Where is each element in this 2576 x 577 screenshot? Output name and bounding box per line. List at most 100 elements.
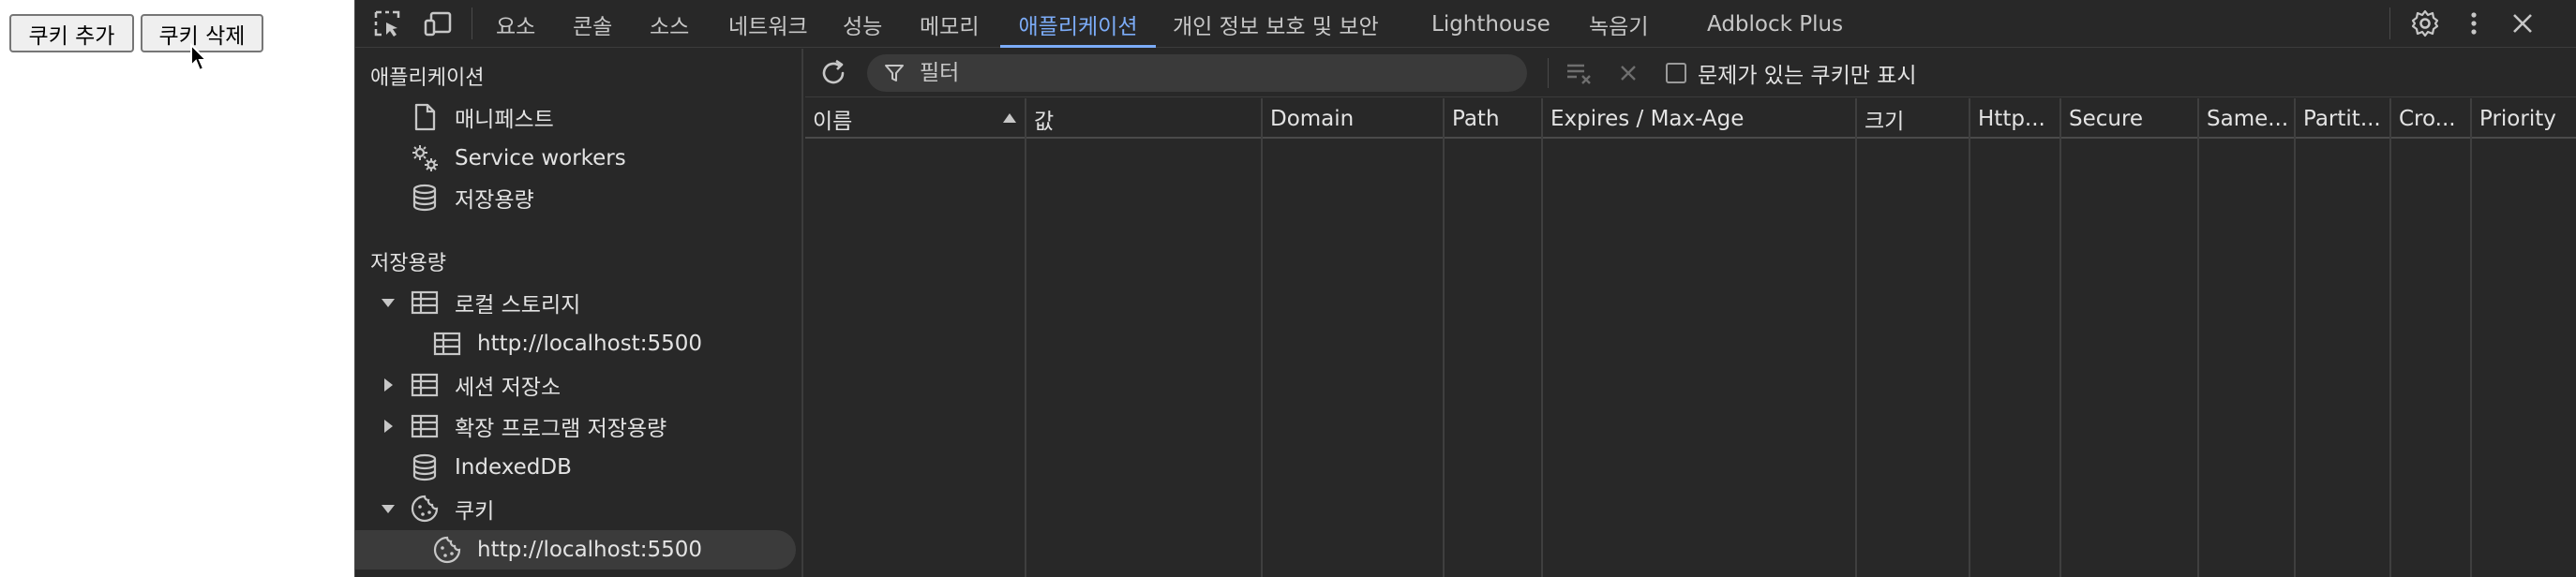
close-icon[interactable] — [2508, 8, 2538, 38]
column-divider[interactable] — [1855, 98, 1857, 577]
tab-privacy-security[interactable]: 개인 정보 보호 및 보안 — [1173, 0, 1379, 48]
column-header-httponly[interactable]: Http... — [1970, 98, 2059, 139]
cookie-icon — [433, 536, 461, 564]
sidebar-item-label: Service workers — [455, 146, 626, 170]
tab-memory[interactable]: 메모리 — [920, 0, 979, 48]
column-divider[interactable] — [1025, 98, 1026, 577]
only-issues-checkbox[interactable]: 문제가 있는 쿠키만 표시 — [1666, 58, 1917, 88]
sort-ascending-icon — [1003, 113, 1016, 123]
column-header-label: Http... — [1978, 106, 2045, 131]
clear-filtered-icon[interactable] — [1565, 58, 1595, 88]
column-header-size[interactable]: 크기 — [1857, 98, 1969, 139]
table-icon — [433, 332, 461, 356]
sidebar-item-cookies[interactable]: 쿠키 — [355, 489, 803, 528]
column-divider[interactable] — [2197, 98, 2199, 577]
column-header-value[interactable]: 값 — [1026, 98, 1261, 139]
tab-label: 콘솔 — [573, 14, 613, 39]
delete-all-icon[interactable] — [1613, 58, 1643, 88]
column-divider[interactable] — [2294, 98, 2296, 577]
column-header-label: Path — [1452, 106, 1500, 131]
device-toolbar-icon[interactable] — [423, 8, 453, 38]
element-picker-icon[interactable] — [372, 8, 402, 38]
column-header-label: 이름 — [813, 109, 853, 134]
cookies-table: 이름 값 Domain Path Expires / Max-Age 크기 Ht… — [805, 98, 2576, 577]
column-header-secure[interactable]: Secure — [2061, 98, 2197, 139]
application-sidebar: 애플리케이션 매니페스트 Service workers 저장용량 저장용량 로… — [355, 49, 803, 577]
filter-icon — [885, 65, 904, 81]
sidebar-item-service-workers[interactable]: Service workers — [355, 139, 803, 178]
web-page: 쿠키 추가 쿠키 삭제 — [0, 0, 354, 577]
expanded-arrow-icon[interactable] — [380, 500, 397, 517]
sidebar-item-label: http://localhost:5500 — [477, 332, 702, 356]
expanded-arrow-icon[interactable] — [380, 294, 397, 311]
column-divider[interactable] — [1969, 98, 1970, 577]
column-header-priority[interactable]: Priority — [2472, 98, 2576, 139]
column-header-partition-key[interactable]: Partit... — [2296, 98, 2389, 139]
filter-input[interactable] — [920, 54, 1501, 92]
sidebar-item-session-storage[interactable]: 세션 저장소 — [355, 365, 803, 405]
sidebar-item-local-storage-origin[interactable]: http://localhost:5500 — [355, 324, 803, 363]
tab-label: 네트워크 — [728, 14, 808, 39]
devtools-panel: 요소 콘솔 소스 네트워크 성능 메모리 애플리케이션 개인 정보 보호 및 보… — [354, 0, 2576, 577]
more-options-icon[interactable] — [2459, 8, 2489, 38]
sidebar-item-label: IndexedDB — [455, 455, 572, 480]
settings-gear-icon[interactable] — [2410, 8, 2440, 38]
column-divider[interactable] — [1443, 98, 1445, 577]
tab-application[interactable]: 애플리케이션 — [1000, 0, 1156, 48]
tab-performance[interactable]: 성능 — [843, 0, 882, 48]
sidebar-item-label: 매니페스트 — [455, 108, 554, 132]
column-header-expires[interactable]: Expires / Max-Age — [1543, 98, 1855, 139]
sidebar-item-storage[interactable]: 저장용량 — [355, 178, 803, 217]
tab-bar-divider — [2389, 7, 2390, 39]
column-header-samesite[interactable]: Same... — [2199, 98, 2294, 139]
column-header-name[interactable]: 이름 — [805, 98, 1025, 139]
column-header-path[interactable]: Path — [1445, 98, 1541, 139]
sidebar-item-manifest[interactable]: 매니페스트 — [355, 97, 803, 137]
refresh-icon[interactable] — [818, 58, 848, 88]
column-header-cross-site[interactable]: Cro... — [2391, 98, 2470, 139]
tab-label: 녹음기 — [1589, 14, 1649, 39]
add-cookie-button[interactable]: 쿠키 추가 — [9, 14, 134, 52]
tab-recorder[interactable]: 녹음기 — [1589, 0, 1648, 48]
cookies-toolbar: 문제가 있는 쿠키만 표시 — [805, 49, 2576, 97]
sidebar-item-label: 쿠키 — [455, 499, 495, 524]
tab-label: 소스 — [650, 14, 690, 39]
tab-elements[interactable]: 요소 — [496, 0, 535, 48]
column-divider[interactable] — [2389, 98, 2391, 577]
column-header-label: Partit... — [2303, 106, 2381, 131]
sidebar-section-storage: 저장용량 — [355, 242, 803, 281]
tab-label: Lighthouse — [1431, 11, 1550, 37]
screen: 쿠키 추가 쿠키 삭제 요소 콘솔 소스 네트워크 성능 메모리 애플리케이션 — [0, 0, 2576, 577]
column-divider[interactable] — [2470, 98, 2472, 577]
gears-icon — [412, 145, 438, 171]
table-icon — [411, 414, 439, 438]
sidebar-item-extension-storage[interactable]: 확장 프로그램 저장용량 — [355, 407, 803, 446]
tab-lighthouse[interactable]: Lighthouse — [1431, 0, 1550, 48]
tab-sources[interactable]: 소스 — [650, 0, 689, 48]
devtools-tab-bar: 요소 콘솔 소스 네트워크 성능 메모리 애플리케이션 개인 정보 보호 및 보… — [355, 0, 2576, 48]
column-divider[interactable] — [2059, 98, 2061, 577]
column-divider[interactable] — [1541, 98, 1543, 577]
column-header-label: 크기 — [1865, 109, 1905, 134]
column-header-label: Domain — [1270, 106, 1355, 131]
collapsed-arrow-icon[interactable] — [380, 418, 397, 435]
checkbox-square[interactable] — [1666, 63, 1686, 83]
column-header-label: Priority — [2479, 106, 2556, 131]
collapsed-arrow-icon[interactable] — [380, 377, 397, 393]
sidebar-item-label: 확장 프로그램 저장용량 — [455, 417, 667, 441]
sidebar-item-cookies-origin[interactable]: http://localhost:5500 — [355, 530, 796, 570]
tab-label: Adblock Plus — [1707, 11, 1844, 37]
cookie-icon — [411, 495, 439, 523]
tab-console[interactable]: 콘솔 — [573, 0, 612, 48]
filter-box[interactable] — [867, 54, 1527, 92]
tab-network[interactable]: 네트워크 — [728, 0, 808, 48]
column-divider[interactable] — [1261, 98, 1263, 577]
tab-adblock-plus[interactable]: Adblock Plus — [1707, 0, 1843, 48]
cookies-panel: 문제가 있는 쿠키만 표시 이름 값 Domain Path Expires /… — [805, 49, 2576, 577]
column-header-domain[interactable]: Domain — [1263, 98, 1443, 139]
sidebar-item-local-storage[interactable]: 로컬 스토리지 — [355, 283, 803, 322]
sidebar-item-indexeddb[interactable]: IndexedDB — [355, 448, 803, 487]
table-icon — [411, 290, 439, 315]
sidebar-section-application: 애플리케이션 — [355, 56, 803, 96]
column-header-label: Expires / Max-Age — [1550, 106, 1745, 131]
